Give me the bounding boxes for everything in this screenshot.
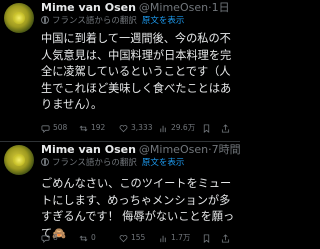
views-button[interactable]: 1.7万 <box>159 232 190 244</box>
like-icon <box>119 124 128 132</box>
translated-note: フランス語からの翻訳 <box>52 16 137 26</box>
retweet-icon <box>79 235 88 241</box>
reply-icon <box>41 124 50 133</box>
author-name[interactable]: Mime van Osen <box>41 143 136 156</box>
tweet[interactable]: Mime van Osen @MimeOsen·1日 フランス語からの翻訳 原文を表… <box>0 0 240 142</box>
like-count: 3,333 <box>131 123 153 132</box>
globe-icon <box>41 16 49 24</box>
bookmark-icon <box>203 123 210 133</box>
tweet-actions: 508 192 3,333 29.6万 <box>41 122 237 134</box>
retweet-count: 0 <box>91 233 96 242</box>
translated-note: フランス語からの翻訳 <box>52 158 137 168</box>
tweet-time[interactable]: 1日 <box>212 1 230 14</box>
tweet-actions: 8 0 155 1.7万 <box>41 232 237 244</box>
bookmark-button[interactable] <box>202 122 211 134</box>
share-button[interactable] <box>221 122 230 134</box>
avatar[interactable] <box>4 3 34 33</box>
views-icon <box>160 125 166 132</box>
author-name[interactable]: Mime van Osen <box>41 1 136 14</box>
tweet-header: Mime van Osen @MimeOsen·7時間 <box>41 143 241 157</box>
like-button[interactable]: 155 <box>119 232 145 244</box>
tweet[interactable]: Mime van Osen @MimeOsen·7時間 フランス語からの翻訳 原文を… <box>0 142 241 249</box>
reply-icon <box>41 234 50 243</box>
bookmark-button[interactable] <box>202 232 211 244</box>
author-handle[interactable]: @MimeOsen <box>139 143 208 156</box>
like-icon <box>119 234 128 242</box>
show-original-link[interactable]: 原文を表示 <box>142 16 185 26</box>
reply-count: 8 <box>53 233 58 242</box>
views-count: 1.7万 <box>171 233 191 242</box>
tweet-text: 中国に到着して一週間後、今の私の不人気意見は、中国料理が日本料理を完全に凌駕して… <box>41 32 232 111</box>
views-button[interactable]: 29.6万 <box>159 122 195 134</box>
author-handle[interactable]: @MimeOsen <box>139 1 208 14</box>
show-original-link[interactable]: 原文を表示 <box>142 158 185 168</box>
avatar[interactable] <box>4 145 34 175</box>
translation-row: フランス語からの翻訳 原文を表示 <box>41 157 184 170</box>
tweet-header: Mime van Osen @MimeOsen·1日 <box>41 1 230 15</box>
tweet-time[interactable]: 7時間 <box>212 143 241 156</box>
translation-row: フランス語からの翻訳 原文を表示 <box>41 15 184 28</box>
retweet-count: 192 <box>91 123 106 132</box>
views-count: 29.6万 <box>171 123 196 132</box>
views-icon <box>160 235 166 242</box>
retweet-button[interactable]: 0 <box>79 232 96 244</box>
share-icon <box>221 123 230 133</box>
share-button[interactable] <box>221 232 230 244</box>
reply-count: 508 <box>53 123 68 132</box>
retweet-button[interactable]: 192 <box>79 122 105 134</box>
globe-icon <box>41 158 49 166</box>
bookmark-icon <box>203 233 210 243</box>
reply-button[interactable]: 508 <box>41 122 67 134</box>
share-icon <box>221 233 230 243</box>
reply-button[interactable]: 8 <box>41 232 58 244</box>
like-count: 155 <box>131 233 146 242</box>
retweet-icon <box>79 125 88 131</box>
like-button[interactable]: 3,333 <box>119 122 152 134</box>
